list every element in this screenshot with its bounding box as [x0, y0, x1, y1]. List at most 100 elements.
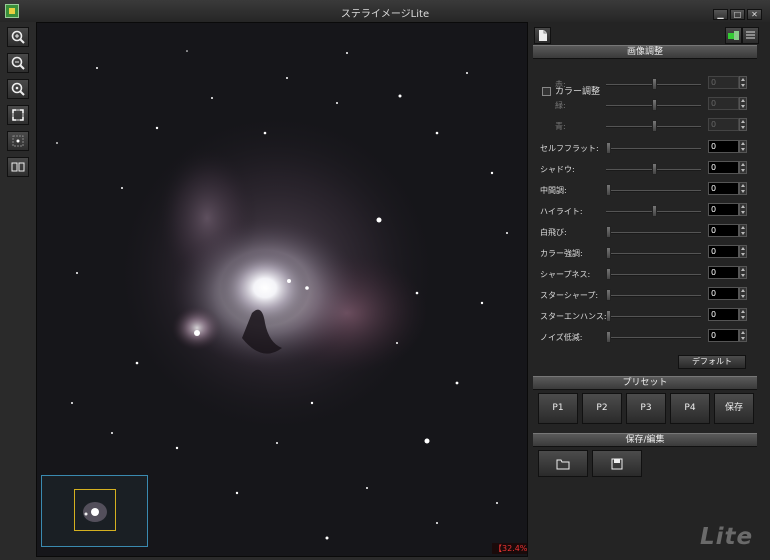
menu-button[interactable]: [742, 27, 759, 44]
midtone-slider[interactable]: [606, 184, 701, 196]
zoom-out-button[interactable]: [7, 53, 29, 73]
color-enhance-slider-handle[interactable]: [606, 247, 611, 259]
save-file-button[interactable]: [592, 450, 642, 477]
self-flat-slider[interactable]: [606, 142, 701, 154]
color-red-value-field[interactable]: 0: [708, 76, 739, 89]
midtone-row: 中間調: 0: [528, 182, 770, 198]
color-enhance-label: カラー強調:: [540, 249, 583, 258]
star-enhance-spinner[interactable]: [739, 308, 747, 321]
color-blue-spinner[interactable]: [739, 118, 747, 131]
noise-reduction-label: ノイズ低減:: [540, 333, 583, 342]
default-button[interactable]: デフォルト: [678, 355, 746, 369]
zoom-actual-icon: [11, 82, 25, 96]
highlight-slider-handle[interactable]: [652, 205, 657, 217]
highlight-label: ハイライト:: [540, 207, 583, 216]
new-document-button[interactable]: [534, 27, 551, 44]
noise-reduction-row: ノイズ低減: 0: [528, 329, 770, 345]
image-viewer[interactable]: 【32.4%】: [36, 22, 528, 557]
color-enhance-value-field[interactable]: 0: [708, 245, 739, 258]
color-blue-slider-handle[interactable]: [652, 120, 657, 132]
shadow-slider-handle[interactable]: [652, 163, 657, 175]
highlight-value-field[interactable]: 0: [708, 203, 739, 216]
shadow-slider[interactable]: [606, 163, 701, 175]
navigator-thumbnail[interactable]: [41, 475, 148, 547]
highlight-spinner[interactable]: [739, 203, 747, 216]
close-button[interactable]: ✕: [747, 9, 762, 20]
fit-window-button[interactable]: [7, 105, 29, 125]
color-red-label: 赤:: [555, 80, 566, 89]
menu-icon: [746, 31, 755, 39]
fit-window-icon: [12, 109, 24, 121]
star-enhance-value-field[interactable]: 0: [708, 308, 739, 321]
star-sharp-spinner[interactable]: [739, 287, 747, 300]
midtone-value-field[interactable]: 0: [708, 182, 739, 195]
color-green-value-field[interactable]: 0: [708, 97, 739, 110]
color-blue-value-field[interactable]: 0: [708, 118, 739, 131]
white-clip-spinner[interactable]: [739, 224, 747, 237]
self-flat-row: セルフフラット: 0: [528, 140, 770, 156]
preset-p3-button[interactable]: P3: [626, 393, 666, 424]
sharpness-spinner[interactable]: [739, 266, 747, 279]
adjust-panel: 画像調整 カラー調整 デフォルト プリセット 保存/編集 赤: 0 緑: 0 青: 0 セル…: [528, 22, 770, 560]
zoom-in-icon: [11, 30, 25, 44]
zoom-in-button[interactable]: [7, 27, 29, 47]
shadow-spinner[interactable]: [739, 161, 747, 174]
preset-p1-button[interactable]: P1: [538, 393, 578, 424]
color-enhance-row: カラー強調: 0: [528, 245, 770, 261]
color-enhance-spinner[interactable]: [739, 245, 747, 258]
sharpness-slider[interactable]: [606, 268, 701, 280]
self-flat-spinner[interactable]: [739, 140, 747, 153]
zoom-level: 【32.4%】: [492, 543, 527, 554]
noise-reduction-slider-handle[interactable]: [606, 331, 611, 343]
center-button[interactable]: [7, 131, 29, 151]
shadow-value-field[interactable]: 0: [708, 161, 739, 174]
lite-watermark: Lite: [700, 524, 754, 550]
color-green-slider-handle[interactable]: [652, 99, 657, 111]
color-blue-slider[interactable]: [606, 120, 701, 132]
color-red-slider[interactable]: [606, 78, 701, 90]
preset-save-button[interactable]: 保存: [714, 393, 754, 424]
noise-reduction-spinner[interactable]: [739, 329, 747, 342]
midtone-slider-handle[interactable]: [606, 184, 611, 196]
minimize-button[interactable]: ▁: [713, 9, 728, 20]
color-green-spinner[interactable]: [739, 97, 747, 110]
preset-p2-button[interactable]: P2: [582, 393, 622, 424]
sharpness-slider-handle[interactable]: [606, 268, 611, 280]
navigator-view-frame[interactable]: [74, 489, 116, 531]
sharpness-label: シャープネス:: [540, 270, 591, 279]
maximize-button[interactable]: □: [730, 9, 745, 20]
star-sharp-value-field[interactable]: 0: [708, 287, 739, 300]
noise-reduction-value-field[interactable]: 0: [708, 329, 739, 342]
layout-toggle-button[interactable]: [725, 27, 742, 44]
preset-p4-button[interactable]: P4: [670, 393, 710, 424]
compare-button[interactable]: [7, 157, 29, 177]
white-clip-slider-handle[interactable]: [606, 226, 611, 238]
white-clip-label: 白飛び:: [540, 228, 567, 237]
image-adjust-header: 画像調整: [533, 45, 757, 59]
zoom-actual-button[interactable]: [7, 79, 29, 99]
color-green-slider[interactable]: [606, 99, 701, 111]
open-file-button[interactable]: [538, 450, 588, 477]
sharpness-row: シャープネス: 0: [528, 266, 770, 282]
color-red-slider-handle[interactable]: [652, 78, 657, 90]
color-enhance-slider[interactable]: [606, 247, 701, 259]
self-flat-value-field[interactable]: 0: [708, 140, 739, 153]
color-red-spinner[interactable]: [739, 76, 747, 89]
highlight-slider[interactable]: [606, 205, 701, 217]
layout-icon: [728, 31, 739, 40]
white-clip-value-field[interactable]: 0: [708, 224, 739, 237]
white-clip-slider[interactable]: [606, 226, 701, 238]
self-flat-label: セルフフラット:: [540, 144, 599, 153]
color-green-label: 緑:: [555, 101, 566, 110]
midtone-spinner[interactable]: [739, 182, 747, 195]
shadow-row: シャドウ: 0: [528, 161, 770, 177]
noise-reduction-slider[interactable]: [606, 331, 701, 343]
color-red-row: 赤: 0: [528, 76, 770, 92]
star-sharp-slider[interactable]: [606, 289, 701, 301]
highlight-row: ハイライト: 0: [528, 203, 770, 219]
star-enhance-slider[interactable]: [606, 310, 701, 322]
star-enhance-slider-handle[interactable]: [606, 310, 611, 322]
sharpness-value-field[interactable]: 0: [708, 266, 739, 279]
star-sharp-slider-handle[interactable]: [606, 289, 611, 301]
self-flat-slider-handle[interactable]: [606, 142, 611, 154]
